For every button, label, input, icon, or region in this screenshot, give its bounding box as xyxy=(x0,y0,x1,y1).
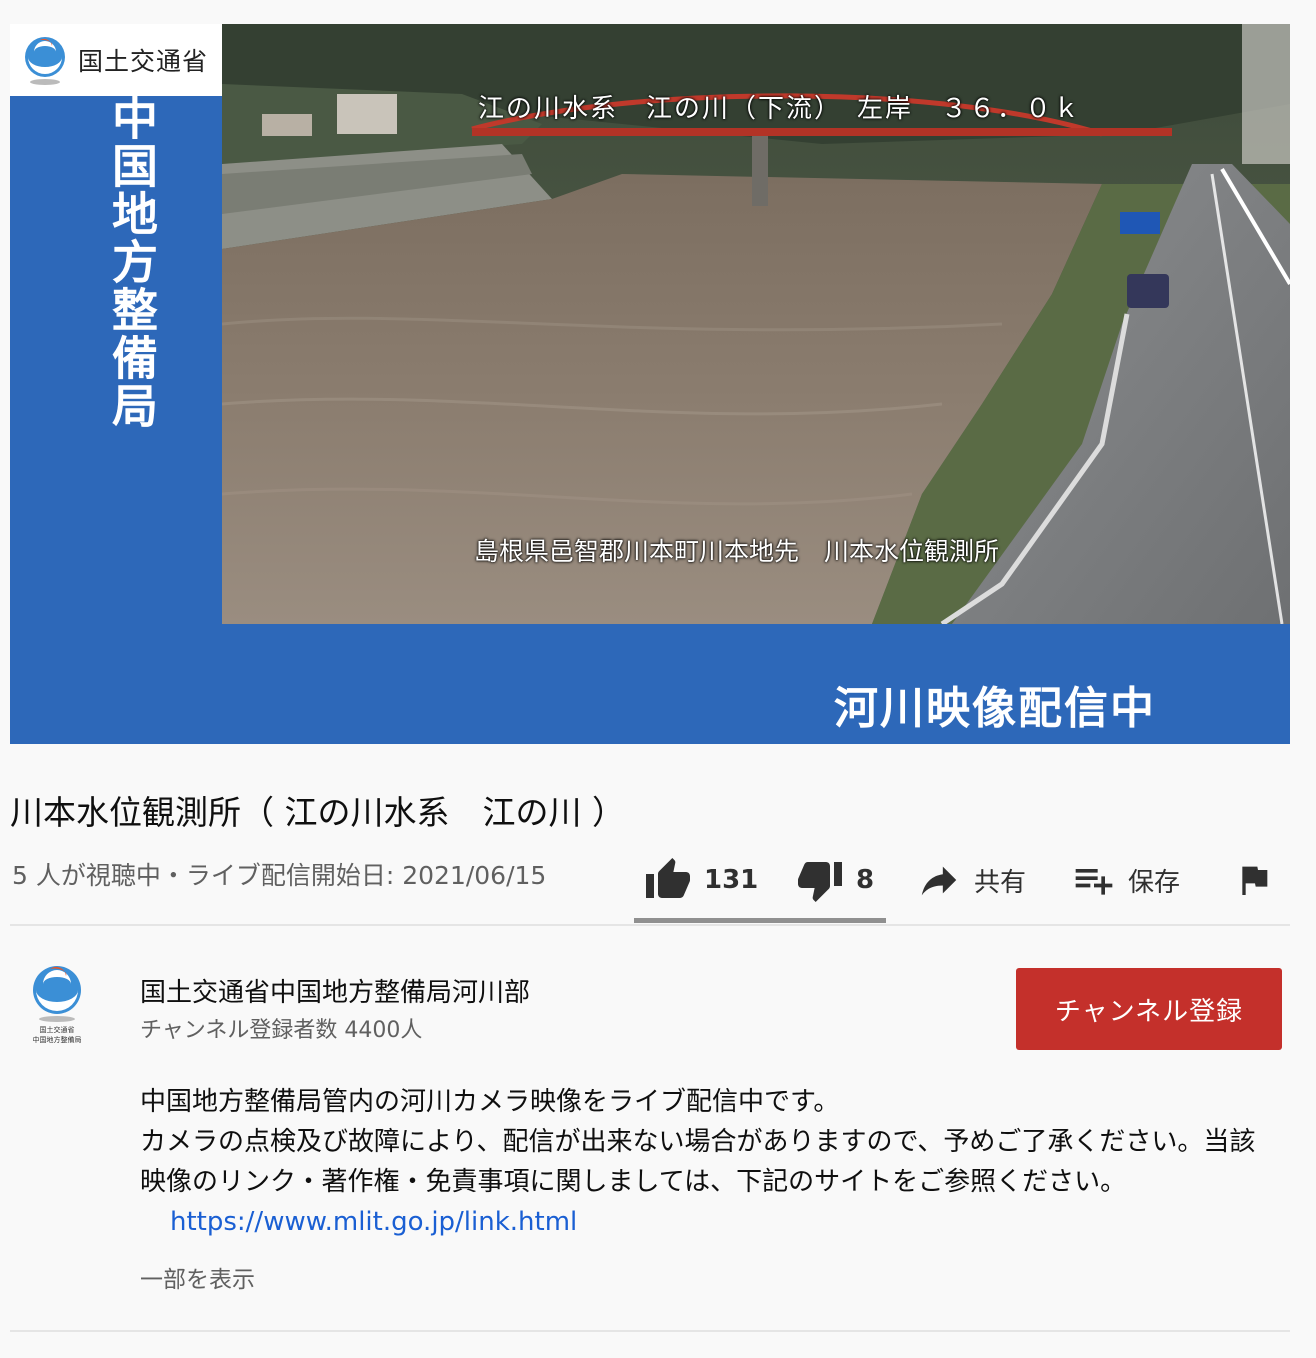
avatar-caption-line2: 中国地方整備局 xyxy=(33,1035,82,1044)
share-icon xyxy=(921,866,957,896)
bureau-vertical-title: 中国地方整備局 xyxy=(105,94,159,430)
mlit-logo-icon: 国土交通省 中国地方整備局 xyxy=(33,966,82,1044)
description-line2-text: カメラの点検及び故障により、配信が出来ない場合がありますので、予めご了承ください… xyxy=(140,1127,1256,1197)
channel-avatar[interactable]: 国土交通省 中国地方整備局 xyxy=(26,962,88,1048)
video-player[interactable]: 国土交通省 中国地方整備局 江の川水系 江の川（下流） 左岸 ３６．０ｋ 島根県… xyxy=(10,24,1290,744)
camera-caption-bottom: 島根県邑智郡川本町川本地先 川本水位観測所 xyxy=(474,537,1000,566)
share-label: 共有 xyxy=(974,867,1027,898)
flag-icon xyxy=(1242,866,1268,895)
dislike-count: 8 xyxy=(856,865,875,895)
like-count: 131 xyxy=(704,865,759,895)
thumbs-down-icon xyxy=(798,862,842,902)
video-title: 川本水位観測所（ 江の川水系 江の川 ） xyxy=(10,793,625,832)
subscriber-count: チャンネル登録者数 4400人 xyxy=(140,1018,423,1043)
save-button[interactable]: 保存 xyxy=(1072,852,1180,908)
divider-bottom xyxy=(10,1330,1290,1332)
playlist-add-icon xyxy=(1075,869,1113,895)
action-bar: 131 8 共有 保存 xyxy=(634,852,1290,912)
share-button[interactable]: 共有 xyxy=(916,852,1026,908)
channel-name[interactable]: 国土交通省中国地方整備局河川部 xyxy=(140,972,530,1009)
save-label: 保存 xyxy=(1128,867,1181,898)
video-meta: 5 人が視聴中・ライブ配信開始日: 2021/06/15 xyxy=(12,861,547,890)
divider-top xyxy=(10,924,1290,926)
org-logo-text: 国土交通省 xyxy=(78,47,209,76)
show-less-button[interactable]: 一部を表示 xyxy=(140,1260,255,1294)
subscribe-button[interactable]: チャンネル登録 xyxy=(1016,968,1282,1050)
video-description: 中国地方整備局管内の河川カメラ映像をライブ配信中です。 カメラの点検及び故障によ… xyxy=(140,1082,1280,1242)
report-button[interactable] xyxy=(1234,852,1274,908)
description-line1: 中国地方整備局管内の河川カメラ映像をライブ配信中です。 xyxy=(140,1087,840,1117)
description-link[interactable]: https://www.mlit.go.jp/link.html xyxy=(170,1207,577,1237)
like-ratio-fill xyxy=(634,918,872,923)
like-button[interactable]: 131 xyxy=(644,852,758,908)
mlit-logo-icon xyxy=(25,37,65,85)
streaming-label: 河川映像配信中 xyxy=(834,683,1156,734)
mlit-logo: 国土交通省 xyxy=(10,24,222,96)
thumbs-up-icon xyxy=(646,858,690,898)
like-ratio-bar xyxy=(634,918,886,923)
camera-caption-top: 江の川水系 江の川（下流） 左岸 ３６．０ｋ xyxy=(478,94,1082,124)
dislike-button[interactable]: 8 xyxy=(796,852,874,908)
description-line2: カメラの点検及び故障により、配信が出来ない場合がありますので、予めご了承ください… xyxy=(140,1122,1280,1242)
avatar-caption-line1: 国土交通省 xyxy=(40,1025,75,1034)
